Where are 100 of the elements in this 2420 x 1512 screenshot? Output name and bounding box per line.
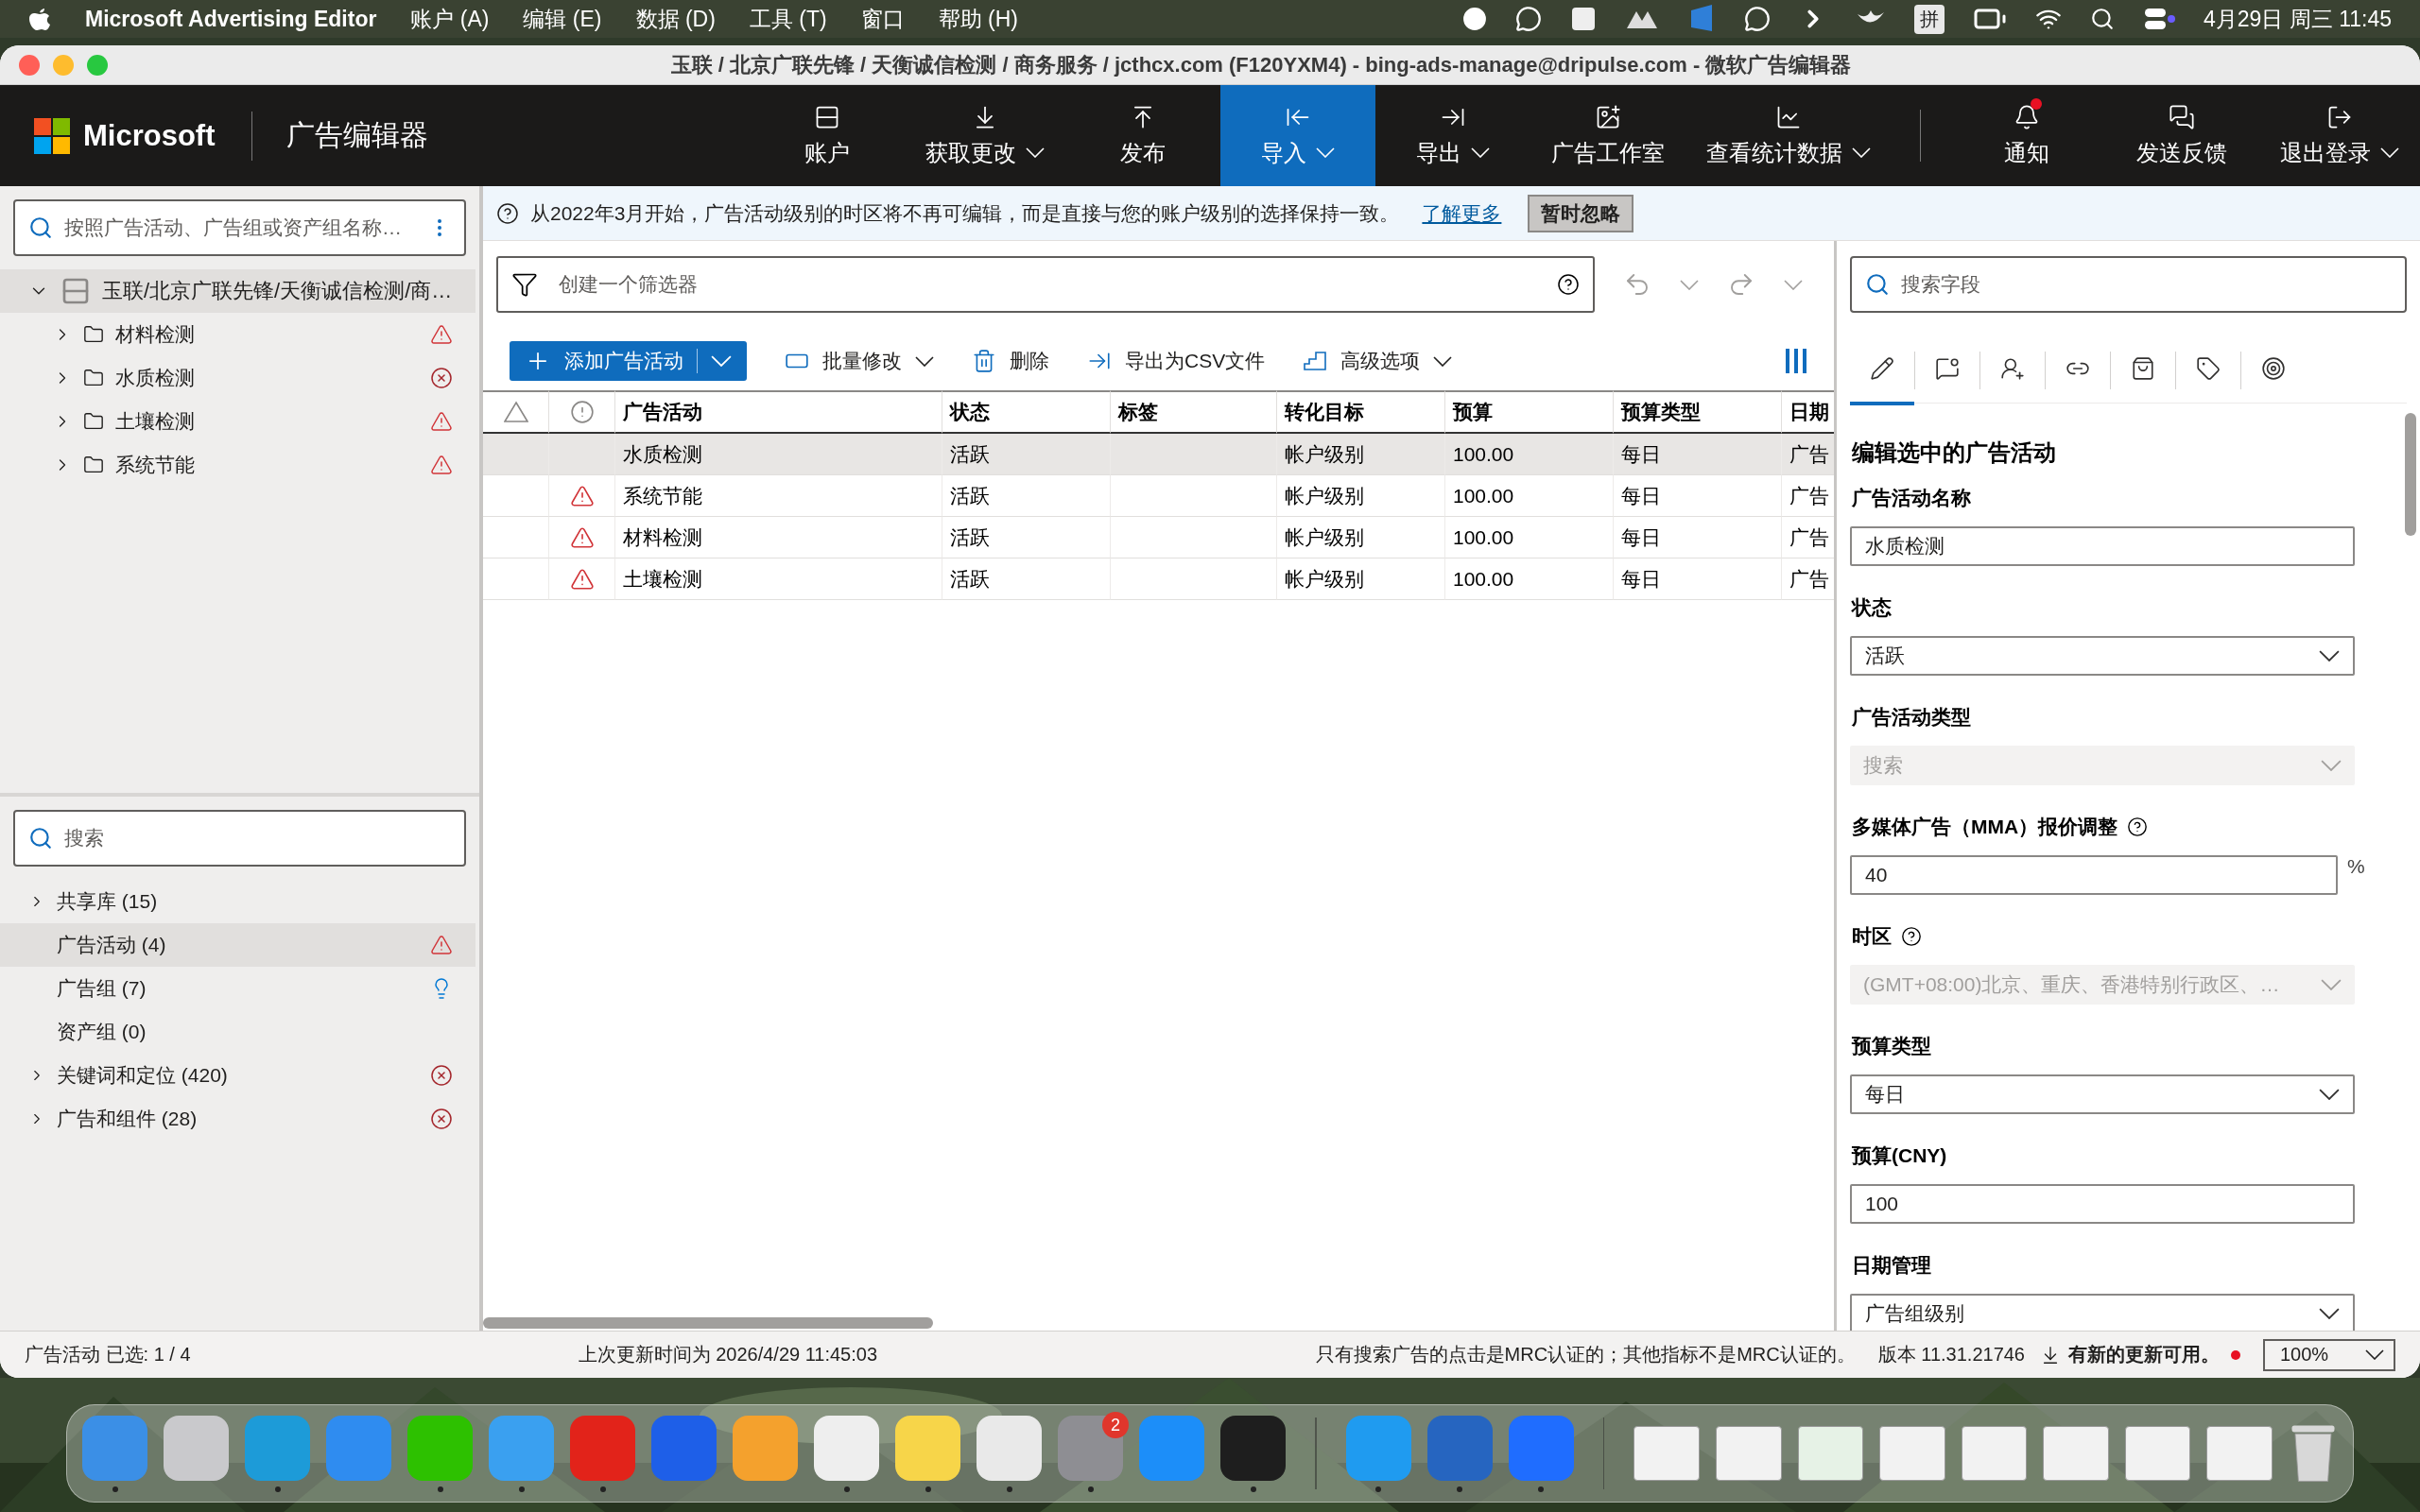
table-cell: 100.00 xyxy=(1445,434,1614,475)
search-field[interactable]: 按照广告活动、广告组或资产组名称… xyxy=(13,199,466,256)
field-label: 预算类型 xyxy=(1852,1034,1931,1058)
app-icon[interactable] xyxy=(814,1415,879,1481)
clock[interactable]: 4月29日 周三 11:45 xyxy=(2204,4,2392,34)
tree-item[interactable]: 水质检测 xyxy=(0,356,475,400)
folder-icon xyxy=(83,411,104,432)
library-item[interactable]: 资产组 (0) xyxy=(0,1010,475,1054)
window-thumbnail[interactable] xyxy=(2206,1426,2273,1481)
tree-item[interactable]: 系统节能 xyxy=(0,443,475,487)
window-thumbnail[interactable] xyxy=(2043,1426,2109,1481)
zoom-button[interactable] xyxy=(87,54,108,76)
menu-item[interactable]: 工具 (T) xyxy=(749,4,827,34)
field-label: 多媒体广告（MMA）报价调整 xyxy=(1852,815,2118,839)
control-center-icon[interactable] xyxy=(2143,7,2175,31)
bag-icon xyxy=(2131,355,2155,381)
text-field[interactable]: 水质检测 xyxy=(1850,526,2355,566)
field-label: 时区 xyxy=(1852,924,1892,949)
library-item[interactable]: 广告组 (7) xyxy=(0,967,475,1010)
dropdown[interactable]: 广告组级别 xyxy=(1850,1294,2355,1331)
bubble-icon[interactable] xyxy=(1744,6,1771,32)
toolbar-button[interactable]: 删除 xyxy=(972,348,1049,374)
dismiss-button[interactable]: 暂时忽略 xyxy=(1528,194,1634,232)
caret-icon[interactable] xyxy=(1784,279,1803,290)
filter-field[interactable]: 创建一个筛选器 xyxy=(496,256,1595,313)
menu-item[interactable]: 数据 (D) xyxy=(635,4,716,34)
help-icon[interactable] xyxy=(2127,816,2149,837)
learn-more-link[interactable]: 了解更多 xyxy=(1422,199,1502,227)
app-icon[interactable] xyxy=(895,1415,960,1481)
table-cell: 每日 xyxy=(1614,434,1782,475)
table-cell: 每日 xyxy=(1614,558,1782,600)
app-icon[interactable] xyxy=(977,1415,1042,1481)
document-icon[interactable] xyxy=(1570,6,1597,32)
app-icon[interactable] xyxy=(733,1415,798,1481)
scrollbar-thumb[interactable] xyxy=(483,1317,933,1329)
add-campaign-button[interactable]: 添加广告活动 xyxy=(510,341,747,381)
window-thumbnail[interactable] xyxy=(1716,1426,1782,1481)
library-item[interactable]: 共享库 (15) xyxy=(0,880,475,923)
window-thumbnail[interactable] xyxy=(2124,1426,2191,1481)
app-icon[interactable] xyxy=(164,1415,229,1481)
zoom-dropdown[interactable]: 100% xyxy=(2263,1338,2395,1371)
caret-icon[interactable] xyxy=(1680,279,1699,290)
column-header[interactable]: 广告活动 xyxy=(615,390,942,434)
target-icon xyxy=(2261,355,2286,381)
tree-item[interactable]: 材料检测 xyxy=(0,313,475,356)
nav-button[interactable]: 发送反馈 xyxy=(2104,85,2259,186)
nav-button[interactable]: 查看统计数据 xyxy=(1685,85,1892,186)
dropdown[interactable]: 每日 xyxy=(1850,1074,2355,1114)
text-field[interactable]: 40 xyxy=(1850,855,2338,895)
dropdown[interactable]: 活跃 xyxy=(1850,636,2355,676)
nav-button[interactable]: 导出 xyxy=(1375,85,1530,186)
warning-icon xyxy=(430,323,453,346)
nav-button[interactable]: 广告工作室 xyxy=(1530,85,1685,186)
input-method-indicator[interactable]: 拼 xyxy=(1914,4,1945,34)
menu-item[interactable]: 帮助 (H) xyxy=(938,4,1018,34)
record-icon[interactable] xyxy=(1462,7,1487,31)
table-cell: 活跃 xyxy=(942,517,1111,558)
nav-button[interactable]: 退出登录 xyxy=(2259,85,2420,186)
nav-button[interactable]: 通知 xyxy=(1949,85,2104,186)
window-thumbnail[interactable] xyxy=(1879,1426,1945,1481)
nav-button[interactable]: 账户 xyxy=(750,85,905,186)
toolbar-button[interactable]: 导出为CSV文件 xyxy=(1087,348,1266,374)
library-item[interactable]: 广告和组件 (28) xyxy=(0,1097,475,1141)
nav-button[interactable]: 获取更改 xyxy=(905,85,1065,186)
apple-logo-icon[interactable] xyxy=(28,6,51,32)
app-icon[interactable] xyxy=(1220,1415,1286,1481)
tree-item[interactable]: 玉联/北京广联先锋/天衡诚信检测/商… xyxy=(0,269,475,313)
tree-item[interactable]: 土壤检测 xyxy=(0,400,475,443)
toolbar-button[interactable]: 批量修改 xyxy=(785,348,934,374)
pencil-icon xyxy=(1870,355,1894,381)
library-item[interactable]: 关键词和定位 (420) xyxy=(0,1054,475,1097)
search-field[interactable]: 搜索字段 xyxy=(1850,256,2407,313)
nav-button[interactable]: 导入 xyxy=(1220,85,1375,186)
window-thumbnail[interactable] xyxy=(1634,1426,1701,1481)
search-field[interactable]: 搜索 xyxy=(13,810,466,867)
menu-item[interactable]: 编辑 (E) xyxy=(523,4,602,34)
warning-icon xyxy=(430,454,453,476)
help-icon[interactable] xyxy=(1557,273,1580,296)
menu-item[interactable]: 窗口 xyxy=(860,4,905,34)
window-thumbnail[interactable] xyxy=(1961,1426,2028,1481)
folder-icon xyxy=(83,324,104,345)
menu-item[interactable]: 账户 (A) xyxy=(410,4,490,34)
close-button[interactable] xyxy=(19,54,40,76)
toolbar-button[interactable]: 高级选项 xyxy=(1303,348,1453,374)
nav-button[interactable]: 发布 xyxy=(1065,85,1220,186)
scrollbar-thumb[interactable] xyxy=(2405,413,2416,536)
feedback-icon xyxy=(2169,103,2195,130)
search-icon[interactable] xyxy=(2090,7,2115,31)
update-link[interactable]: 有新的更新可用。 xyxy=(2068,1342,2220,1367)
message-icon xyxy=(1935,355,1960,381)
library-item[interactable]: 广告活动 (4) xyxy=(0,923,475,967)
table-cell: 帐户级别 xyxy=(1277,475,1445,517)
columns-icon[interactable] xyxy=(1785,349,1807,373)
chat-icon[interactable] xyxy=(1515,6,1542,32)
app-name[interactable]: Microsoft Advertising Editor xyxy=(85,6,377,32)
window-thumbnail[interactable] xyxy=(1797,1426,1864,1481)
warning-outline-icon xyxy=(503,401,528,423)
text-field[interactable]: 100 xyxy=(1850,1184,2355,1224)
person-plus-icon xyxy=(2000,355,2025,381)
table-cell: 活跃 xyxy=(942,558,1111,600)
